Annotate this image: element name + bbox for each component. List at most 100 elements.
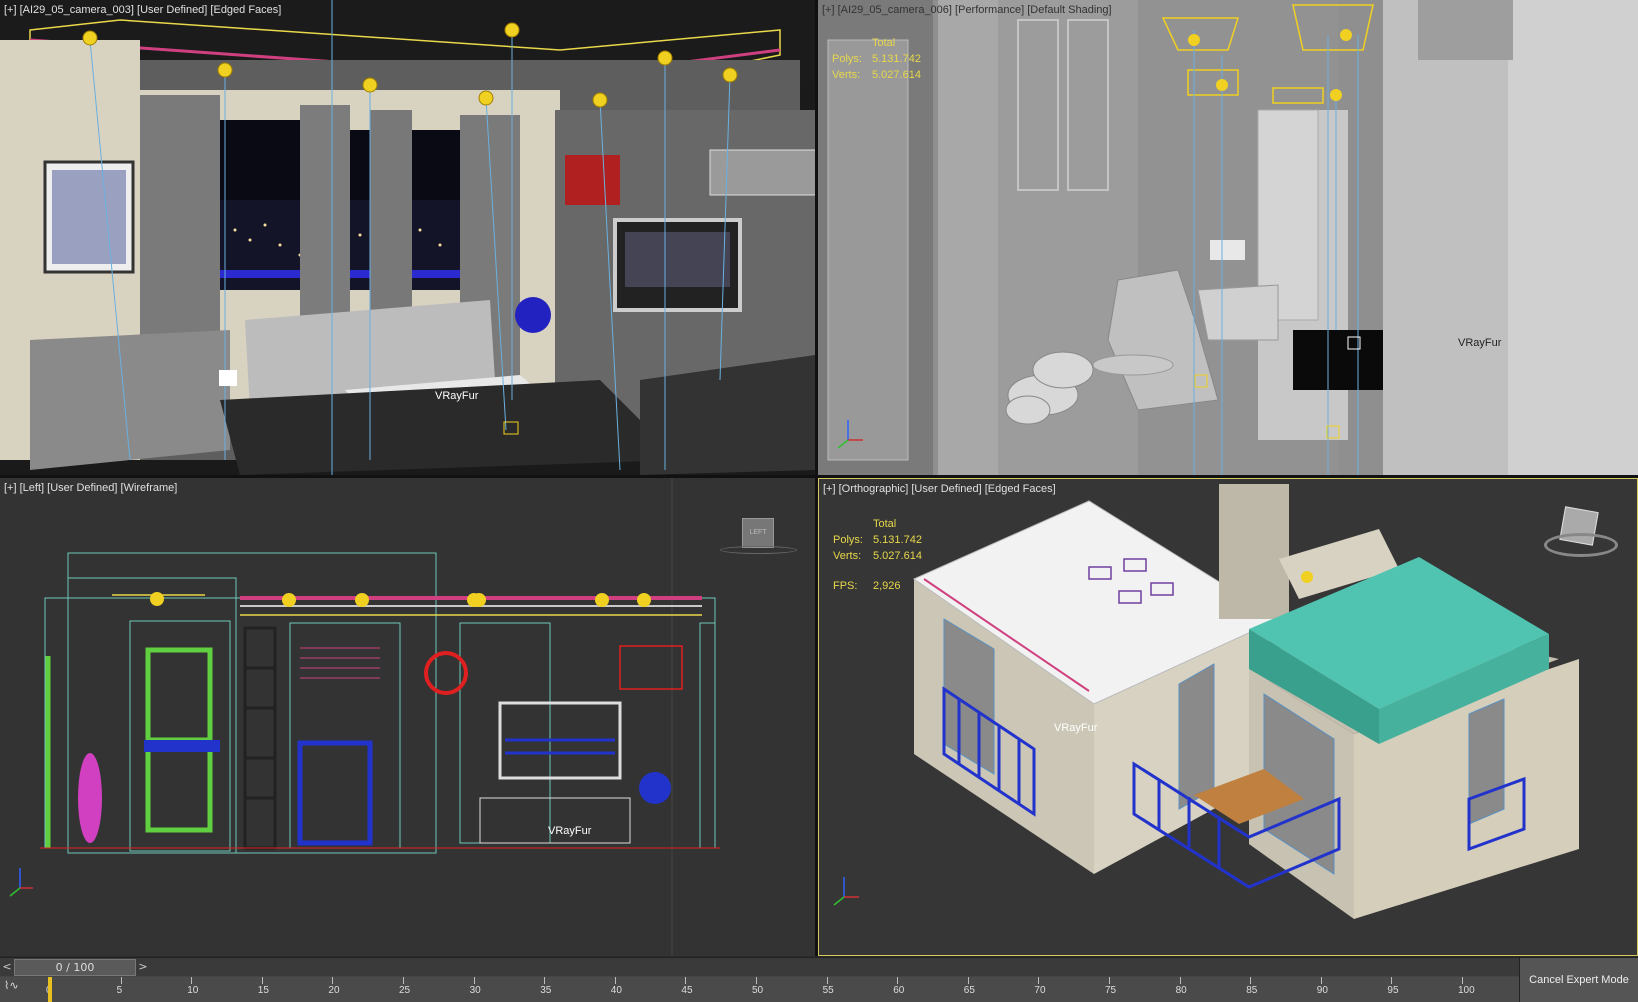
track-bar-tick — [614, 977, 616, 984]
viewport-view-mode[interactable]: [Performance] — [955, 4, 1024, 16]
track-bar-tick — [1038, 977, 1040, 984]
track-bar-tick-label: 90 — [1316, 985, 1328, 996]
stats-polys-label: Polys: — [833, 534, 863, 546]
viewport-label[interactable]: [+] [AI29_05_camera_006] [Performance] [… — [822, 4, 1112, 16]
viewport-orthographic[interactable]: [+] [Orthographic] [User Defined] [Edged… — [818, 478, 1638, 956]
track-bar-tick-label: 95 — [1387, 985, 1399, 996]
viewport-view-mode[interactable]: [User Defined] — [47, 482, 117, 494]
track-bar-tick — [756, 977, 757, 984]
vrayfur-label: VRayFur — [1054, 722, 1098, 734]
track-bar-tick — [826, 977, 828, 984]
viewport-shading-mode[interactable]: [Edged Faces] — [210, 4, 281, 16]
scene-wireframe-left-elevation — [0, 478, 815, 956]
stats-verts-label: Verts: — [833, 550, 862, 562]
vrayfur-label: VRayFur — [435, 390, 479, 402]
viewport-statistics: Total Polys: 5.131.742 Verts: 5.027.614 — [832, 35, 921, 83]
cancel-expert-mode-button[interactable]: Cancel Expert Mode — [1519, 958, 1638, 1002]
track-bar-tick — [897, 977, 899, 984]
track-bar-tick — [1109, 977, 1110, 984]
track-bar-tick-label: 45 — [681, 985, 693, 996]
track-bar-tick — [191, 977, 193, 984]
track-bar-tick — [685, 977, 687, 984]
track-bar-tick — [261, 977, 263, 984]
stats-fps-value: 2,926 — [873, 580, 901, 592]
track-bar-tick-label: 100 — [1458, 985, 1475, 996]
viewport-label[interactable]: [+] [Orthographic] [User Defined] [Edged… — [823, 483, 1056, 495]
curve-editor-icon[interactable]: ⌇∿ — [4, 979, 19, 992]
track-bar-tick-label: 50 — [752, 985, 764, 996]
track-bar-tick-label: 35 — [540, 985, 552, 996]
viewport-menu-plus[interactable]: [+] — [4, 482, 17, 494]
track-bar-tick — [1320, 977, 1322, 984]
viewcube-left[interactable]: LEFT — [720, 518, 797, 554]
scene-render-bedroom-corner — [818, 0, 1638, 475]
track-bar-tick — [544, 977, 546, 984]
track-bar-tick — [403, 977, 404, 984]
vrayfur-label: VRayFur — [1458, 337, 1502, 349]
track-bar-tick-label: 65 — [963, 985, 975, 996]
stats-polys-value: 5.131.742 — [872, 53, 921, 65]
track-bar-tick-label: 40 — [610, 985, 622, 996]
viewport-camera-003[interactable]: [+] [AI29_05_camera_003] [User Defined] … — [0, 0, 818, 478]
time-slider[interactable]: < 0 / 100 > — [0, 958, 1520, 976]
track-bar-tick-label: 15 — [257, 985, 269, 996]
track-bar-tick-label: 55 — [822, 985, 834, 996]
track-bar-tick-label: 10 — [187, 985, 199, 996]
viewcube-ring[interactable] — [1544, 533, 1618, 557]
viewport-view-name[interactable]: [Left] — [20, 482, 44, 494]
track-bar[interactable]: ⌇∿ 0510152025303540455055606570758085909… — [0, 977, 1520, 1002]
track-bar-tick — [332, 977, 334, 984]
track-bar-tick — [1462, 977, 1463, 984]
track-bar-tick-label: 20 — [328, 985, 340, 996]
stats-verts-value: 5.027.614 — [872, 69, 921, 81]
scene-render-living-room — [0, 0, 815, 475]
track-bar-tick-label: 25 — [399, 985, 411, 996]
viewport-menu-plus[interactable]: [+] — [4, 4, 17, 16]
track-bar-tick-label: 80 — [1175, 985, 1187, 996]
stats-total-label: Total — [873, 518, 897, 530]
viewport-view-mode[interactable]: [User Defined] — [137, 4, 207, 16]
previous-frame-button[interactable]: < — [0, 959, 14, 974]
track-bar-tick — [120, 977, 122, 984]
viewport-label[interactable]: [+] [AI29_05_camera_003] [User Defined] … — [4, 4, 281, 16]
viewport-shading-mode[interactable]: [Wireframe] — [121, 482, 178, 494]
track-bar-tick-label: 75 — [1105, 985, 1117, 996]
viewport-camera-name[interactable]: [AI29_05_camera_003] — [20, 4, 134, 16]
viewcube-face-label[interactable]: LEFT — [742, 518, 774, 548]
viewport-camera-006[interactable]: [+] [AI29_05_camera_006] [Performance] [… — [818, 0, 1638, 478]
viewcube-orbit[interactable] — [1544, 506, 1618, 569]
track-bar-tick-label: 70 — [1034, 985, 1046, 996]
track-bar-tick — [967, 977, 969, 984]
stats-fps-label: FPS: — [833, 580, 858, 592]
viewport-menu-plus[interactable]: [+] — [822, 4, 835, 16]
viewport-label[interactable]: [+] [Left] [User Defined] [Wireframe] — [4, 482, 177, 494]
track-bar-tick — [1179, 977, 1181, 984]
track-bar-tick — [1391, 977, 1393, 984]
vrayfur-label: VRayFur — [548, 825, 592, 837]
viewport-camera-name[interactable]: [AI29_05_camera_006] — [838, 4, 952, 16]
viewport-menu-plus[interactable]: [+] — [823, 483, 836, 495]
track-bar-tick — [473, 977, 475, 984]
track-bar-tick-label: 5 — [116, 985, 123, 996]
viewport-view-name[interactable]: [Orthographic] — [839, 483, 909, 495]
track-bar-tick-label: 85 — [1246, 985, 1258, 996]
viewport-shading-mode[interactable]: [Edged Faces] — [985, 483, 1056, 495]
time-slider-area: < 0 / 100 > ⌇∿ 0510152025303540455055606… — [0, 957, 1638, 1002]
time-slider-thumb[interactable]: 0 / 100 — [14, 959, 136, 976]
stats-total-label: Total — [872, 37, 896, 49]
next-frame-button[interactable]: > — [136, 959, 150, 974]
viewport-view-mode[interactable]: [User Defined] — [911, 483, 981, 495]
viewcube-ring[interactable] — [720, 546, 797, 554]
stats-polys-value: 5.131.742 — [873, 534, 922, 546]
track-bar-tick-label: 30 — [469, 985, 481, 996]
stats-verts-label: Verts: — [832, 69, 861, 81]
viewport-left-wireframe[interactable]: [+] [Left] [User Defined] [Wireframe] LE… — [0, 478, 818, 956]
stats-verts-value: 5.027.614 — [873, 550, 922, 562]
current-frame-marker[interactable] — [48, 977, 52, 1002]
scene-exterior-orthographic — [819, 479, 1637, 955]
track-bar-tick — [1250, 977, 1252, 984]
viewport-statistics: Total Polys: 5.131.742 Verts: 5.027.614 FP… — [833, 516, 922, 594]
track-bar-tick-label: 60 — [893, 985, 905, 996]
stats-polys-label: Polys: — [832, 53, 862, 65]
viewport-shading-mode[interactable]: [Default Shading] — [1027, 4, 1111, 16]
